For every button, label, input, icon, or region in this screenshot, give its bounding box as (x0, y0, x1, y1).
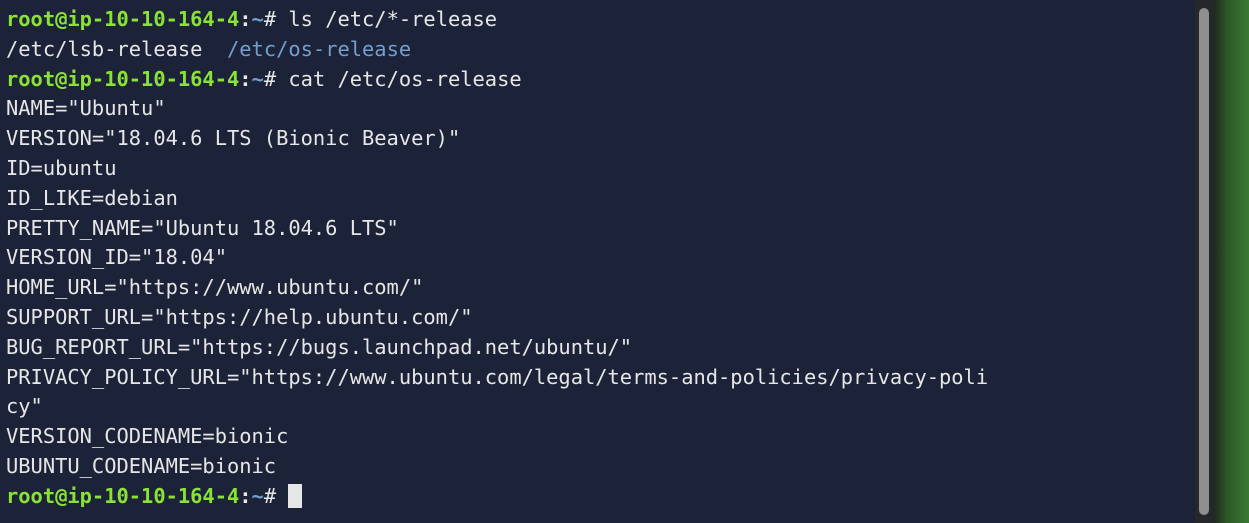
prompt-symbol: # (263, 483, 289, 508)
output-line: ID=ubuntu (6, 155, 117, 180)
prompt-user-host: root@ip-10-10-164-4 (6, 7, 240, 31)
prompt-symbol: # (263, 66, 289, 91)
ls-output-line: /etc/lsb-release /etc/os-release (6, 35, 988, 65)
prompt-user-host: root@ip-10-10-164-4 (6, 483, 240, 508)
output-line: NAME="Ubuntu" (6, 96, 166, 121)
prompt-path: ~ (251, 483, 264, 508)
desktop-background (1214, 0, 1249, 523)
file-entry: /etc/lsb-release (6, 36, 203, 61)
text-cursor[interactable] (288, 483, 303, 508)
command-line: root@ip-10-10-164-4:~# cat /etc/os-relea… (6, 65, 988, 95)
output-line: VERSION="18.04.6 LTS (Bionic Beaver)" (6, 126, 461, 151)
prompt-symbol: # (263, 7, 289, 31)
output-line: VERSION_CODENAME=bionic (6, 424, 289, 449)
output-line: SUPPORT_URL="https://help.ubuntu.com/" (6, 304, 473, 329)
prompt-path: ~ (251, 7, 264, 31)
command-line: root@ip-10-10-164-4:~# ls /etc/*-release (6, 5, 988, 35)
command-text: cat /etc/os-release (288, 66, 522, 91)
prompt-separator: : (239, 7, 252, 31)
output-line: ID_LIKE=debian (6, 185, 178, 210)
prompt-user-host: root@ip-10-10-164-4 (6, 66, 240, 91)
output-line: PRIVACY_POLICY_URL="https://www.ubuntu.c… (6, 364, 989, 389)
output-line: VERSION_ID="18.04" (6, 245, 227, 270)
terminal-output: root@ip-10-10-164-4:~# ls /etc/*-release… (6, 5, 988, 512)
prompt-separator: : (239, 483, 252, 508)
output-line: UBUNTU_CODENAME=bionic (6, 453, 277, 478)
scrollbar-thumb[interactable] (1199, 8, 1209, 515)
file-entry: /etc/os-release (226, 36, 412, 61)
output-line: BUG_REPORT_URL="https://bugs.launchpad.n… (6, 334, 633, 359)
prompt-separator: : (239, 66, 252, 91)
output-line: PRETTY_NAME="Ubuntu 18.04.6 LTS" (6, 215, 399, 240)
prompt-path: ~ (251, 66, 264, 91)
scrollbar-track[interactable] (1195, 0, 1214, 523)
terminal-window[interactable]: root@ip-10-10-164-4:~# ls /etc/*-release… (0, 0, 1195, 523)
output-line: cy" (6, 394, 43, 419)
command-text: ls /etc/*-release (288, 7, 498, 31)
output-line: HOME_URL="https://www.ubuntu.com/" (6, 275, 424, 300)
command-line: root@ip-10-10-164-4:~# (6, 482, 988, 512)
